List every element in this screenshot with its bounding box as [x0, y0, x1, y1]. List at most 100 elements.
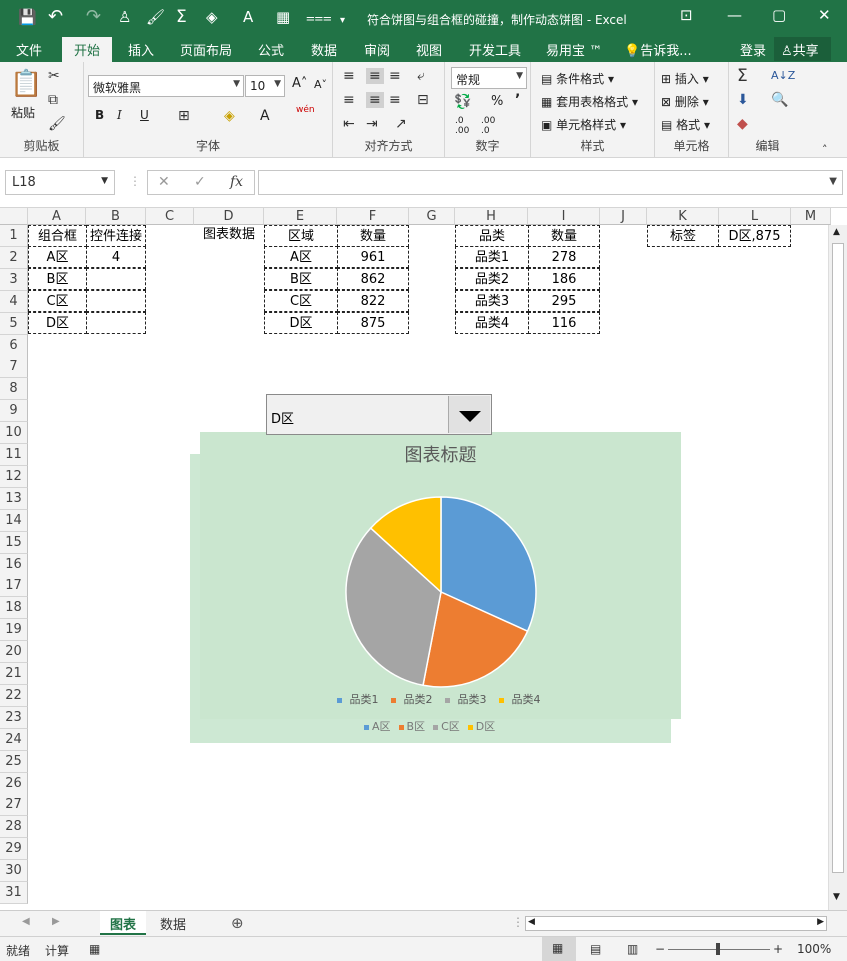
cell-b2[interactable]: 4: [86, 246, 146, 268]
zoom-level[interactable]: 100%: [797, 942, 831, 956]
align-bottom-icon[interactable]: ≡: [389, 68, 401, 84]
row-header[interactable]: 28: [0, 816, 28, 839]
column-header[interactable]: D: [194, 208, 264, 225]
chevron-down-icon[interactable]: ▼: [829, 176, 837, 187]
autosum-icon[interactable]: Σ: [737, 68, 748, 85]
enter-icon[interactable]: ✓: [194, 174, 206, 190]
row-header[interactable]: 21: [0, 663, 28, 685]
merge-icon[interactable]: ⊟: [417, 92, 429, 108]
split-handle-icon[interactable]: ⋮: [512, 915, 524, 929]
prev-sheet-icon[interactable]: ◀: [22, 916, 30, 927]
cell-h1[interactable]: 品类: [455, 225, 529, 247]
column-header[interactable]: J: [600, 208, 647, 225]
bold-button[interactable]: B: [95, 108, 104, 122]
row-header[interactable]: 10: [0, 422, 28, 445]
decrease-indent-icon[interactable]: ⇤: [343, 116, 355, 132]
fx-icon[interactable]: fx: [230, 174, 243, 190]
column-header[interactable]: A: [28, 208, 86, 225]
autosum-icon[interactable]: Σ: [176, 8, 187, 26]
customize-qat-icon[interactable]: ▾: [340, 12, 345, 30]
minimize-button[interactable]: —: [727, 6, 742, 24]
row-header[interactable]: 4: [0, 290, 28, 313]
format-cells-button[interactable]: ▤ 格式 ▾: [661, 116, 710, 133]
column-header[interactable]: I: [528, 208, 600, 225]
row-header[interactable]: 25: [0, 750, 28, 773]
collapse-ribbon-icon[interactable]: ˄: [822, 142, 828, 158]
column-header[interactable]: G: [409, 208, 455, 225]
cut-icon[interactable]: ✂: [48, 68, 60, 84]
cell-i4[interactable]: 295: [528, 290, 600, 312]
align-middle-icon[interactable]: ≡: [366, 68, 384, 84]
row-header[interactable]: 3: [0, 268, 28, 291]
next-sheet-icon[interactable]: ▶: [52, 916, 60, 927]
row-header[interactable]: 26: [0, 772, 28, 795]
row-header[interactable]: 9: [0, 400, 28, 423]
cell-a4[interactable]: C区: [28, 290, 87, 312]
redo-icon[interactable]: ↷: [86, 8, 101, 26]
add-sheet-icon[interactable]: ⊕: [231, 914, 244, 932]
cell-i2[interactable]: 278: [528, 246, 600, 268]
cancel-icon[interactable]: ✕: [158, 174, 170, 190]
cell-f1[interactable]: 数量: [337, 225, 409, 247]
conditional-formatting-button[interactable]: ▤ 条件格式 ▾: [541, 70, 614, 87]
format-as-table-button[interactable]: ▦ 套用表格格式 ▾: [541, 93, 638, 110]
cell-l1[interactable]: D区,875: [718, 225, 791, 247]
column-header[interactable]: E: [264, 208, 337, 225]
cell-h4[interactable]: 品类3: [455, 290, 529, 312]
column-header[interactable]: F: [337, 208, 409, 225]
formula-input[interactable]: ▼: [258, 170, 843, 195]
row-header[interactable]: 15: [0, 531, 28, 554]
row-header[interactable]: 11: [0, 444, 28, 466]
row-header[interactable]: 30: [0, 860, 28, 883]
grow-font-button[interactable]: A˄: [292, 76, 307, 91]
increase-decimal-button[interactable]: .0.00: [455, 116, 469, 136]
user-icon[interactable]: ♙: [118, 8, 131, 26]
cell-h2[interactable]: 品类1: [455, 246, 529, 268]
row-header[interactable]: 1: [0, 225, 28, 247]
cell-e5[interactable]: D区: [264, 312, 338, 334]
row-header[interactable]: 19: [0, 619, 28, 642]
font-size-select[interactable]: 10 ▼: [245, 75, 285, 97]
chart-legend[interactable]: 品类1 品类2 品类3 品类4: [200, 691, 681, 707]
cell-h3[interactable]: 品类2: [455, 268, 529, 290]
row-header[interactable]: 16: [0, 553, 28, 576]
cell-e4[interactable]: C区: [264, 290, 338, 312]
save-icon[interactable]: 💾: [18, 8, 37, 26]
fill-color-icon[interactable]: ◈: [224, 108, 235, 124]
combo-dropdown-button[interactable]: [448, 396, 490, 433]
tab-formulas[interactable]: 公式: [258, 40, 284, 59]
decrease-decimal-button[interactable]: .00.0: [481, 116, 495, 136]
scroll-down-icon[interactable]: ▼: [833, 892, 840, 902]
status-calculate[interactable]: 计算: [45, 942, 69, 959]
row-header[interactable]: 20: [0, 641, 28, 664]
vertical-scrollbar[interactable]: ▲ ▼: [828, 225, 847, 910]
row-header[interactable]: 5: [0, 312, 28, 335]
close-button[interactable]: ✕: [818, 6, 831, 24]
row-header[interactable]: 17: [0, 575, 28, 598]
column-header[interactable]: L: [719, 208, 791, 225]
fill-icon[interactable]: ⬇: [737, 92, 749, 108]
cell-e3[interactable]: B区: [264, 268, 338, 290]
format-painter-icon[interactable]: 🖌: [146, 8, 165, 26]
cell-e1[interactable]: 区域: [264, 225, 338, 247]
zoom-slider-thumb[interactable]: [716, 943, 720, 955]
fill-color-icon[interactable]: ◈: [206, 8, 218, 26]
paste-button[interactable]: 粘贴: [11, 104, 35, 121]
paste-icon[interactable]: 📋: [10, 70, 42, 98]
macro-record-icon[interactable]: ▦: [89, 942, 100, 956]
increase-indent-icon[interactable]: ⇥: [366, 116, 378, 132]
cell-styles-button[interactable]: ▣ 单元格样式 ▾: [541, 116, 626, 133]
cell-f4[interactable]: 822: [337, 290, 409, 312]
cell-f3[interactable]: 862: [337, 268, 409, 290]
sheet-tab-chart[interactable]: 图表: [100, 911, 147, 935]
vertical-scroll-thumb[interactable]: [832, 243, 844, 873]
name-box[interactable]: L18 ▼: [5, 170, 115, 195]
legend-entry[interactable]: 品类2: [390, 693, 437, 706]
font-color-button[interactable]: A: [260, 108, 270, 124]
cell-d1[interactable]: 图表数据: [194, 224, 264, 246]
row-header[interactable]: 6: [0, 334, 28, 357]
percent-button[interactable]: %: [491, 94, 503, 109]
row-header[interactable]: 18: [0, 597, 28, 620]
row-header[interactable]: 22: [0, 684, 28, 707]
normal-view-button[interactable]: ▦: [542, 937, 576, 961]
